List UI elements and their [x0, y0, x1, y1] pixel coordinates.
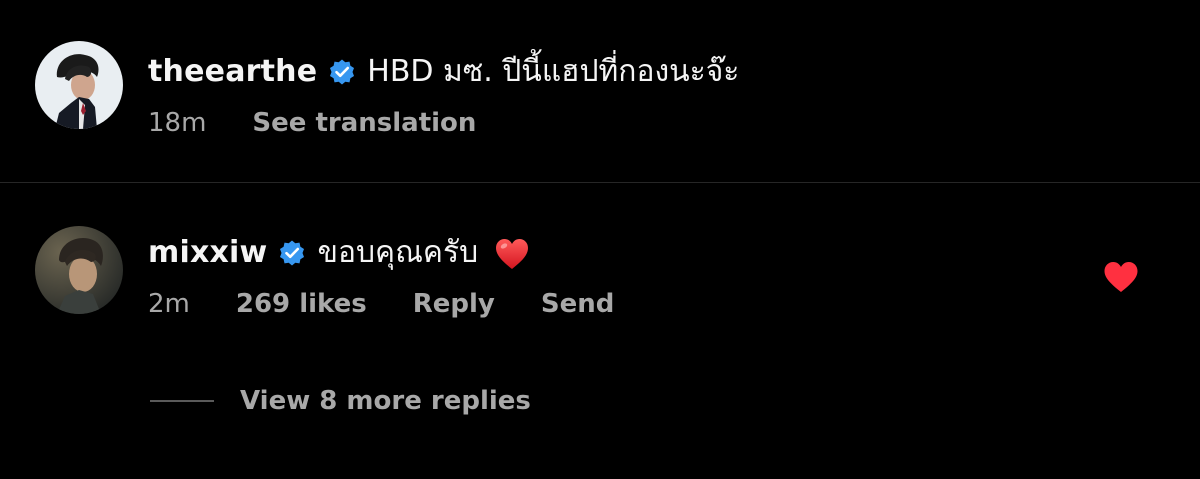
divider — [0, 182, 1200, 183]
comment-line: theearthe HBD มซ. ปีนี้แฮปที่กองนะจ๊ะ — [148, 48, 739, 95]
view-more-replies-button[interactable]: View 8 more replies — [150, 386, 531, 416]
comment-meta: 2m 269 likes Reply Send — [148, 289, 660, 319]
send-button[interactable]: Send — [541, 289, 614, 319]
replies-dash — [150, 400, 214, 402]
comment-text: ขอบคุณครับ — [317, 235, 479, 270]
avatar[interactable] — [35, 226, 123, 314]
profile-photo-icon — [35, 41, 123, 129]
verified-badge-icon — [327, 57, 357, 87]
view-more-replies-label: View 8 more replies — [240, 386, 531, 416]
timestamp: 2m — [148, 289, 190, 319]
timestamp: 18m — [148, 108, 207, 138]
comment-text: HBD มซ. ปีนี้แฮปที่กองนะจ๊ะ — [367, 54, 740, 89]
comment-meta: 18m See translation — [148, 108, 522, 138]
profile-photo-icon — [35, 226, 123, 314]
like-heart-icon[interactable] — [1103, 261, 1139, 293]
verified-badge-icon — [277, 238, 307, 268]
red-heart-emoji-icon — [494, 237, 530, 273]
see-translation-button[interactable]: See translation — [252, 108, 476, 138]
username[interactable]: mixxiw — [148, 235, 267, 270]
username[interactable]: theearthe — [148, 54, 317, 89]
avatar[interactable] — [35, 41, 123, 129]
reply-button[interactable]: Reply — [413, 289, 495, 319]
likes-count-button[interactable]: 269 likes — [236, 289, 367, 319]
comment-line: mixxiw ขอบคุณครับ — [148, 229, 530, 276]
